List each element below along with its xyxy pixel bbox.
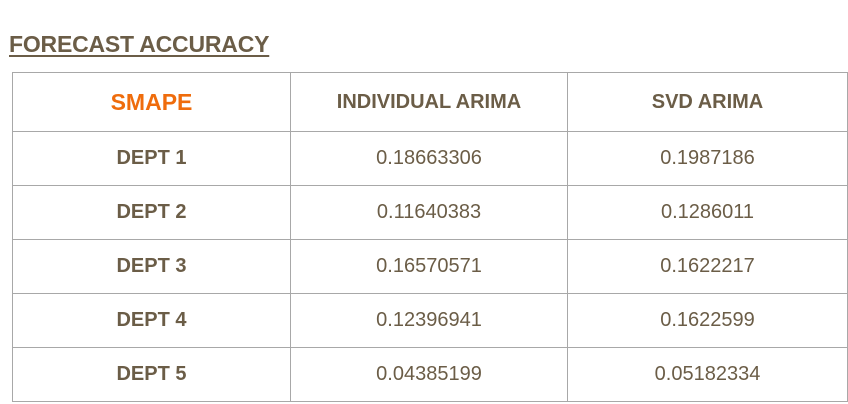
table-header-row: SMAPE INDIVIDUAL ARIMA SVD ARIMA — [12, 72, 848, 132]
page-title: FORECAST ACCURACY — [9, 31, 270, 57]
individual-arima-value: 0.11640383 — [290, 185, 568, 240]
table-row: DEPT 1 0.18663306 0.1987186 — [12, 131, 848, 186]
table-row: DEPT 2 0.11640383 0.1286011 — [12, 185, 848, 240]
individual-arima-value: 0.18663306 — [290, 131, 568, 186]
row-label-dept: DEPT 2 — [12, 185, 291, 240]
table-row: DEPT 5 0.04385199 0.05182334 — [12, 347, 848, 402]
forecast-accuracy-table: SMAPE INDIVIDUAL ARIMA SVD ARIMA DEPT 1 … — [12, 72, 848, 402]
svd-arima-value: 0.1987186 — [567, 131, 848, 186]
row-label-dept: DEPT 5 — [12, 347, 291, 402]
row-label-dept: DEPT 4 — [12, 293, 291, 348]
svd-arima-value: 0.1286011 — [567, 185, 848, 240]
row-label-dept: DEPT 1 — [12, 131, 291, 186]
individual-arima-value: 0.12396941 — [290, 293, 568, 348]
metric-header-smape: SMAPE — [12, 72, 291, 132]
table-row: DEPT 4 0.12396941 0.1622599 — [12, 293, 848, 348]
column-header-individual-arima: INDIVIDUAL ARIMA — [290, 72, 568, 132]
table-row: DEPT 3 0.16570571 0.1622217 — [12, 239, 848, 294]
svd-arima-value: 0.05182334 — [567, 347, 848, 402]
column-header-svd-arima: SVD ARIMA — [567, 72, 848, 132]
svd-arima-value: 0.1622217 — [567, 239, 848, 294]
individual-arima-value: 0.16570571 — [290, 239, 568, 294]
row-label-dept: DEPT 3 — [12, 239, 291, 294]
individual-arima-value: 0.04385199 — [290, 347, 568, 402]
svd-arima-value: 0.1622599 — [567, 293, 848, 348]
